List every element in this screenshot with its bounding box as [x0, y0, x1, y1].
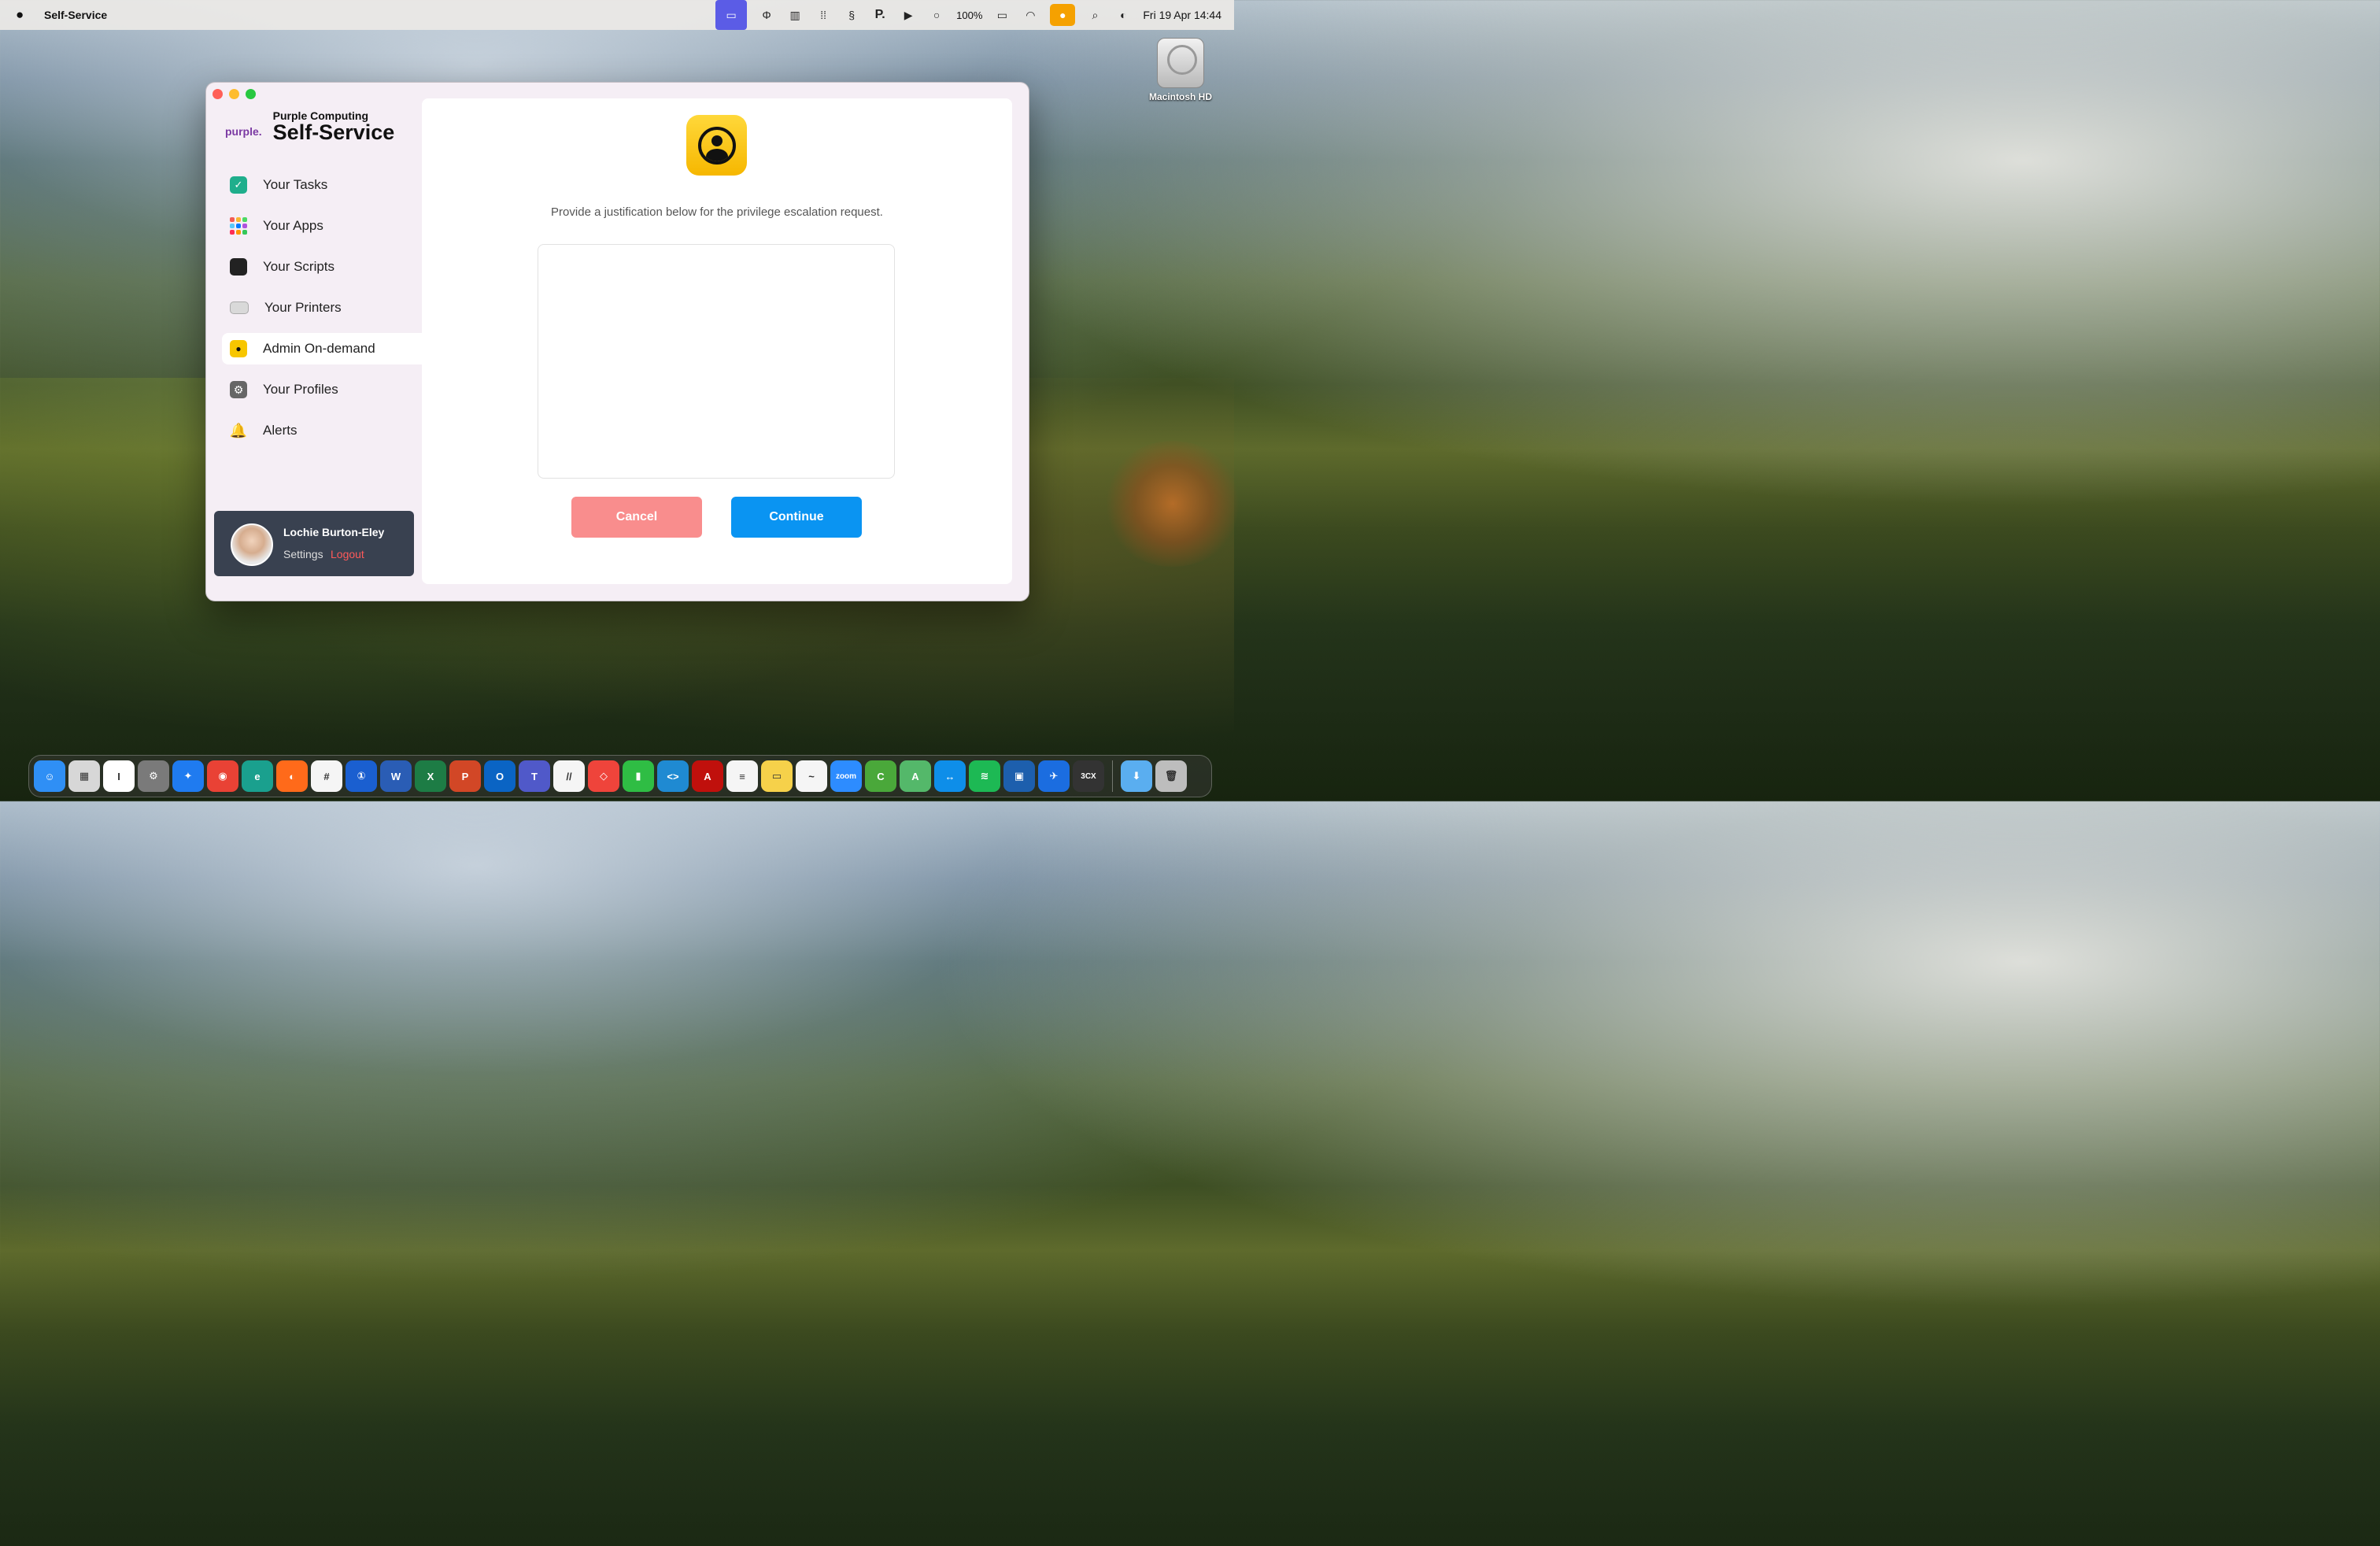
anydesk-icon[interactable]: ◇	[588, 760, 619, 792]
downloads-folder-icon[interactable]: ⬇	[1121, 760, 1152, 792]
checkbox-icon: ✓	[230, 176, 247, 194]
firefox-icon[interactable]: ◐	[276, 760, 308, 792]
play-icon[interactable]: ▶	[900, 8, 917, 22]
justification-prompt: Provide a justification below for the pr…	[551, 205, 883, 219]
vscode-icon[interactable]: <>	[657, 760, 689, 792]
teams-icon[interactable]: T	[519, 760, 550, 792]
testflight-icon[interactable]: ✈	[1038, 760, 1070, 792]
terminal-icon	[230, 258, 247, 276]
menu-bar: ● Self-Service ▭ Φ ▥ ⁞⁞ § P. ▶ ○ 100% ▭ …	[0, 0, 1234, 30]
purple-logo: purple.	[225, 124, 262, 138]
battery-icon[interactable]: ▭	[993, 8, 1011, 22]
sidebar-item-label: Alerts	[263, 423, 298, 438]
search-icon[interactable]: ⌕	[1086, 8, 1103, 22]
printer-icon	[230, 301, 249, 314]
sidebar-item-label: Your Tasks	[263, 177, 328, 192]
sidebar-nav: ✓ Your Tasks Your Apps Your Scripts Your…	[222, 169, 423, 456]
remote-desktop-icon[interactable]: ▣	[1003, 760, 1035, 792]
dock: ☺ ▦ I ⚙ ✦ ◉ e ◐ # ① W X P O T//◇ ▮ <> A ≡ ▭ ~ zoom C A ↔ ≋ ▣ ✈ 3CX ⬇ 🗑	[28, 755, 1212, 797]
pressure-icon[interactable]: §	[843, 8, 860, 22]
active-app-name[interactable]: Self-Service	[44, 9, 107, 21]
sidebar-item-label: Your Apps	[263, 218, 323, 233]
dock-separator	[1112, 760, 1113, 792]
disk-label: Macintosh HD	[1148, 91, 1212, 102]
battery-percent: 100%	[956, 9, 983, 21]
wifi-icon[interactable]: ◠	[1022, 8, 1039, 22]
wallpaper-autumn-tree	[1102, 441, 1244, 567]
close-window-button[interactable]	[213, 89, 223, 99]
user-card: Lochie Burton-Eley Settings Logout	[214, 511, 414, 576]
bell-icon: 🔔	[229, 422, 248, 438]
chrome-icon[interactable]: ◉	[207, 760, 238, 792]
numbers-icon[interactable]: ▮	[623, 760, 654, 792]
menu-extras: ▭ Φ ▥ ⁞⁞ § P. ▶ ○ 100% ▭ ◠ ● ⌕ ◐ Fri 19 …	[715, 0, 1221, 30]
hard-disk-icon	[1157, 38, 1204, 88]
logout-link[interactable]: Logout	[331, 548, 364, 560]
cancel-button[interactable]: Cancel	[571, 497, 702, 538]
apps-grid-icon	[230, 217, 247, 235]
sidebar-item-your-apps[interactable]: Your Apps	[222, 210, 423, 242]
sidebar-item-admin-on-demand[interactable]: ● Admin On-demand	[222, 333, 423, 364]
word-icon[interactable]: W	[380, 760, 412, 792]
admin-user-icon: ●	[230, 340, 247, 357]
excel-icon[interactable]: X	[415, 760, 446, 792]
p-app-icon[interactable]: P.	[871, 8, 889, 22]
gear-profile-icon: ⚙	[230, 381, 247, 398]
sidebar-item-label: Your Printers	[264, 300, 342, 315]
circle-icon[interactable]: ○	[928, 8, 945, 22]
control-center-icon[interactable]: ◐	[1114, 8, 1132, 22]
memory-icon[interactable]: ▥	[786, 8, 804, 22]
minimize-window-button[interactable]	[229, 89, 239, 99]
outlook-icon[interactable]: O	[484, 760, 516, 792]
finder-icon[interactable]: ☺	[34, 760, 65, 792]
self-service-window: purple. Purple Computing Self-Service ✓ …	[205, 82, 1029, 601]
monday-icon[interactable]: //	[553, 760, 585, 792]
sidebar-item-your-profiles[interactable]: ⚙ Your Profiles	[222, 374, 423, 405]
zoom-icon[interactable]: zoom	[830, 760, 862, 792]
avatar[interactable]	[231, 523, 273, 566]
launchpad-icon[interactable]: ▦	[68, 760, 100, 792]
desktop-disk[interactable]: Macintosh HD	[1143, 38, 1218, 102]
main-content: Provide a justification below for the pr…	[422, 98, 1012, 584]
sidebar-item-label: Admin On-demand	[263, 341, 375, 356]
3cx-icon[interactable]: 3CX	[1073, 760, 1104, 792]
teamviewer-icon[interactable]: ↔	[934, 760, 966, 792]
edge-icon[interactable]: e	[242, 760, 273, 792]
sidebar-item-label: Your Scripts	[263, 259, 335, 274]
text-cursor-icon[interactable]: Φ	[758, 8, 775, 22]
grid-dots-icon[interactable]: ⁞⁞	[815, 8, 832, 22]
sidebar-item-alerts[interactable]: 🔔 Alerts	[222, 415, 423, 446]
notes-icon[interactable]: ▭	[761, 760, 793, 792]
brand-header: purple. Purple Computing Self-Service	[225, 109, 394, 145]
reminders-icon[interactable]: ≡	[726, 760, 758, 792]
menu-clock[interactable]: Fri 19 Apr 14:44	[1143, 9, 1221, 21]
system-settings-icon[interactable]: ⚙	[138, 760, 169, 792]
maps-icon[interactable]: A	[900, 760, 931, 792]
admin-user-icon	[686, 115, 747, 176]
app-icon[interactable]: I	[103, 760, 135, 792]
spotify-icon[interactable]: ≋	[969, 760, 1000, 792]
1password-icon[interactable]: ①	[346, 760, 377, 792]
sidebar-item-your-printers[interactable]: Your Printers	[222, 292, 423, 324]
sidebar-item-label: Your Profiles	[263, 382, 338, 397]
apple-menu-icon[interactable]: ●	[16, 7, 31, 23]
slack-icon[interactable]: #	[311, 760, 342, 792]
zoom-window-button[interactable]	[246, 89, 256, 99]
sidebar-item-your-scripts[interactable]: Your Scripts	[222, 251, 423, 283]
microphone-icon[interactable]: ●	[1050, 4, 1076, 26]
trash-icon[interactable]: 🗑	[1155, 760, 1187, 792]
acrobat-icon[interactable]: A	[692, 760, 723, 792]
sidebar-item-your-tasks[interactable]: ✓ Your Tasks	[222, 169, 423, 201]
powerpoint-icon[interactable]: P	[449, 760, 481, 792]
app-title: Self-Service	[272, 120, 395, 144]
justification-field[interactable]	[538, 244, 895, 479]
cursor-icon[interactable]: C	[865, 760, 896, 792]
settings-link[interactable]: Settings	[283, 548, 323, 560]
user-name: Lochie Burton-Eley	[283, 526, 385, 538]
freeform-icon[interactable]: ~	[796, 760, 827, 792]
safari-icon[interactable]: ✦	[172, 760, 204, 792]
continue-button[interactable]: Continue	[731, 497, 862, 538]
window-controls	[213, 89, 256, 99]
screen-sharing-icon[interactable]: ▭	[715, 0, 748, 30]
